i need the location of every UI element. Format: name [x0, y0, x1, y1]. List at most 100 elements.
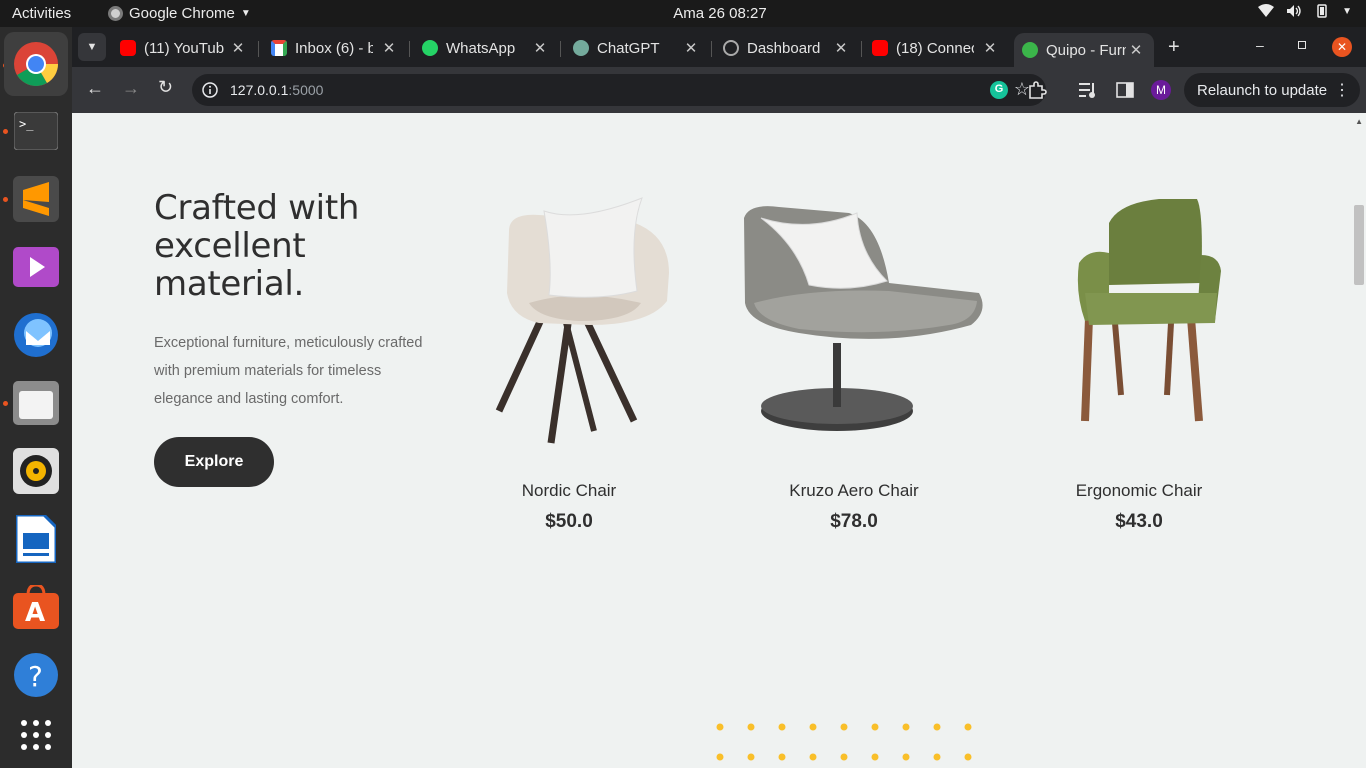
chrome-icon — [14, 42, 58, 86]
tab-quipo[interactable]: Quipo - Furn ✕ — [1014, 33, 1154, 67]
svg-text:?: ? — [28, 660, 43, 693]
terminal-dock-icon[interactable]: >_ — [10, 105, 62, 157]
close-icon[interactable]: ✕ — [230, 39, 246, 57]
tab-title: WhatsApp — [446, 39, 516, 57]
close-icon: ✕ — [1336, 40, 1348, 54]
quipo-icon — [1022, 42, 1038, 58]
chevron-down-icon: ▼ — [86, 41, 98, 53]
scrollbar-thumb[interactable] — [1354, 205, 1364, 285]
product-card[interactable]: Kruzo Aero Chair $78.0 — [739, 193, 983, 543]
play-icon — [13, 247, 59, 287]
hero-description: Exceptional furniture, meticulously craf… — [154, 335, 423, 407]
running-indicator — [3, 197, 8, 202]
tab-youtube-connect[interactable]: (18) Connec ✕ — [872, 33, 998, 63]
tab-strip: ▼ (11) YouTube ✕ Inbox (6) - b ✕ WhatsAp… — [72, 27, 1366, 67]
product-card[interactable]: Nordic Chair $50.0 — [454, 193, 684, 543]
sublime-dock-icon[interactable] — [10, 173, 62, 225]
forward-arrow-icon[interactable]: → — [122, 78, 140, 99]
ergonomic-chair-image — [1077, 199, 1221, 422]
close-icon[interactable]: ✕ — [683, 39, 699, 57]
help-dock-icon[interactable]: ? — [10, 649, 62, 701]
chrome-dock-icon[interactable] — [4, 32, 68, 96]
url-text: 127.0.0.1:5000 — [230, 82, 323, 98]
tab-youtube[interactable]: (11) YouTube ✕ — [120, 33, 246, 63]
close-icon[interactable]: ✕ — [381, 39, 397, 57]
tab-gmail[interactable]: Inbox (6) - b ✕ — [271, 33, 397, 63]
whatsapp-icon — [422, 40, 438, 56]
volume-icon — [1287, 5, 1301, 17]
profile-avatar[interactable]: M — [1151, 80, 1171, 100]
hero-headline: Crafted with excellent material. — [154, 188, 360, 304]
battery-icon — [1317, 4, 1327, 18]
explore-button[interactable]: Explore — [154, 437, 274, 487]
thunderbird-dock-icon[interactable] — [10, 309, 62, 361]
kruzo-aero-chair-image — [744, 206, 983, 431]
writer-dock-icon[interactable] — [10, 513, 62, 565]
relaunch-to-update-button[interactable]: Relaunch to update ⋮ — [1184, 73, 1360, 107]
gmail-icon — [271, 40, 287, 56]
svg-text:>_: >_ — [19, 117, 34, 131]
address-bar[interactable]: 127.0.0.1:5000 ☆ — [192, 74, 1046, 106]
minimize-button[interactable]: – — [1256, 37, 1264, 53]
plus-icon: + — [1168, 36, 1180, 58]
system-top-bar: Activities Google Chrome ▼ Ama 26 08:27 … — [0, 0, 1366, 27]
maximize-button[interactable] — [1298, 41, 1306, 49]
tab-chatgpt[interactable]: ChatGPT ✕ — [573, 33, 699, 63]
tab-title: ChatGPT — [597, 39, 660, 57]
browser-toolbar: ← → ↻ 127.0.0.1:5000 ☆ G M Relaunch to u… — [72, 67, 1366, 113]
grammarly-icon: G — [994, 83, 1004, 95]
video-player-dock-icon[interactable] — [10, 241, 62, 293]
url-port: :5000 — [288, 82, 324, 98]
decorative-dots — [716, 723, 972, 761]
show-apps-button[interactable] — [10, 709, 62, 761]
nordic-chair-image — [495, 197, 669, 444]
product-card[interactable]: Ergonomic Chair $43.0 — [1024, 193, 1254, 543]
grid-icon — [21, 720, 51, 750]
profile-initial: M — [1156, 83, 1166, 97]
help-icon: ? — [14, 653, 58, 697]
close-icon[interactable]: ✕ — [1128, 41, 1144, 59]
app-store-icon: A — [13, 585, 59, 629]
close-icon[interactable]: ✕ — [982, 39, 998, 57]
tab-dashboard[interactable]: Dashboard ✕ — [723, 33, 849, 63]
close-window-button[interactable]: ✕ — [1332, 37, 1352, 57]
document-icon — [16, 515, 56, 563]
url-host: 127.0.0.1 — [230, 82, 289, 98]
youtube-icon — [120, 40, 136, 56]
close-icon[interactable]: ✕ — [833, 39, 849, 57]
tab-whatsapp[interactable]: WhatsApp ✕ — [422, 33, 548, 63]
speaker-icon — [13, 448, 59, 494]
new-tab-button[interactable]: + — [1168, 36, 1180, 59]
tab-title: (18) Connec — [896, 39, 974, 57]
sublime-text-icon — [13, 176, 59, 222]
system-tray[interactable]: ▼ — [1258, 4, 1352, 18]
dashboard-icon — [723, 40, 739, 56]
clock[interactable]: Ama 26 08:27 — [0, 5, 1366, 22]
youtube-icon — [872, 40, 888, 56]
thunderbird-icon — [14, 313, 58, 357]
media-controls-icon[interactable] — [1078, 81, 1098, 99]
back-arrow-icon[interactable]: ← — [86, 78, 104, 99]
terminal-icon: >_ — [14, 112, 58, 150]
tab-divider — [258, 41, 259, 57]
tab-search-button[interactable]: ▼ — [78, 33, 106, 61]
relaunch-label: Relaunch to update — [1197, 82, 1328, 99]
side-panel-icon[interactable] — [1116, 81, 1134, 99]
svg-text:A: A — [25, 598, 45, 628]
extensions-puzzle-icon[interactable] — [1027, 80, 1047, 100]
info-icon[interactable] — [202, 82, 218, 98]
minimize-icon: – — [1256, 37, 1264, 53]
product-price: $78.0 — [830, 511, 878, 532]
tab-divider — [409, 41, 410, 57]
scroll-up-arrow-icon[interactable]: ▲ — [1355, 117, 1363, 126]
page-scrollbar[interactable]: ▲ — [1352, 113, 1366, 768]
reload-icon[interactable]: ↻ — [158, 77, 173, 98]
files-dock-icon[interactable] — [10, 377, 62, 429]
product-name: Nordic Chair — [521, 481, 617, 500]
close-icon[interactable]: ✕ — [532, 39, 548, 57]
tab-divider — [560, 41, 561, 57]
kebab-menu-icon[interactable]: ⋮ — [1334, 80, 1350, 100]
rhythmbox-dock-icon[interactable] — [10, 445, 62, 497]
grammarly-extension[interactable]: G — [990, 81, 1008, 99]
software-dock-icon[interactable]: A — [10, 581, 62, 633]
